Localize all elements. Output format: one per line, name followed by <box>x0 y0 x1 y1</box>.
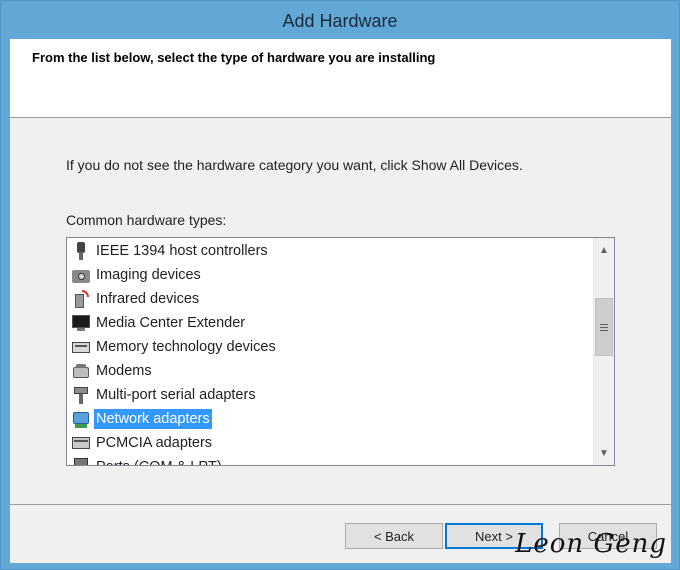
grip-icon <box>600 323 608 331</box>
chevron-up-icon: ▲ <box>599 244 609 256</box>
list-item-imaging-devices[interactable]: Imaging devices <box>71 263 203 287</box>
serial-port-icon <box>71 385 91 405</box>
infrared-icon <box>71 289 91 309</box>
window-title: Add Hardware <box>282 10 398 31</box>
firewire-icon <box>71 241 91 261</box>
network-adapter-icon <box>71 409 91 429</box>
list-item-label: Imaging devices <box>96 267 201 283</box>
header-instruction: From the list below, select the type of … <box>32 50 436 65</box>
list-item-label: Multi-port serial adapters <box>96 387 256 403</box>
list-label: Common hardware types: <box>66 212 227 228</box>
watermark-signature: Leon Geng <box>515 529 667 559</box>
list-item-modems[interactable]: Modems <box>71 359 154 383</box>
list-item-media-center-extender[interactable]: Media Center Extender <box>71 311 247 335</box>
list-item-ieee-1394[interactable]: IEEE 1394 host controllers <box>71 239 270 263</box>
monitor-icon <box>71 313 91 333</box>
title-bar[interactable]: Add Hardware <box>1 1 679 39</box>
list-item-multi-port-serial-adapters[interactable]: Multi-port serial adapters <box>71 383 258 407</box>
list-item-label: Network adapters <box>94 409 212 429</box>
list-item-label: PCMCIA adapters <box>96 435 213 451</box>
list-item-label: Media Center Extender <box>96 315 246 331</box>
list-item-pcmcia-adapters[interactable]: PCMCIA adapters <box>71 431 214 455</box>
modem-icon <box>71 361 91 381</box>
list-item-label: Ports (COM & LPT) <box>94 457 224 465</box>
camera-icon <box>71 265 91 285</box>
wizard-header: From the list below, select the type of … <box>10 39 671 118</box>
list-item-label: Modems <box>96 363 152 379</box>
list-item-memory-technology-devices[interactable]: Memory technology devices <box>71 335 278 359</box>
back-button[interactable]: < Back <box>345 523 443 549</box>
add-hardware-window: Add Hardware From the list below, select… <box>0 0 680 570</box>
hardware-types-listbox[interactable]: IEEE 1394 host controllers Imaging devic… <box>66 237 615 466</box>
scroll-thumb[interactable] <box>595 298 613 356</box>
pcmcia-icon <box>71 433 91 453</box>
memory-card-icon <box>71 337 91 357</box>
list-item-ports[interactable]: Ports (COM & LPT) <box>71 455 224 465</box>
hint-text: If you do not see the hardware category … <box>66 157 523 173</box>
list-item-infrared-devices[interactable]: Infrared devices <box>71 287 201 311</box>
list-item-label: IEEE 1394 host controllers <box>96 243 268 259</box>
port-icon <box>71 457 91 465</box>
list-item-network-adapters[interactable]: Network adapters <box>71 407 212 431</box>
list-item-label: Memory technology devices <box>96 339 276 355</box>
hardware-list-items: IEEE 1394 host controllers Imaging devic… <box>67 238 593 465</box>
dialog-client-area: From the list below, select the type of … <box>10 39 671 563</box>
chevron-down-icon: ▼ <box>599 447 609 459</box>
scroll-down-button[interactable]: ▼ <box>594 443 614 463</box>
footer-separator <box>10 504 671 505</box>
list-scrollbar[interactable]: ▲ ▼ <box>593 238 614 465</box>
list-item-label: Infrared devices <box>96 291 200 307</box>
scroll-up-button[interactable]: ▲ <box>594 240 614 260</box>
